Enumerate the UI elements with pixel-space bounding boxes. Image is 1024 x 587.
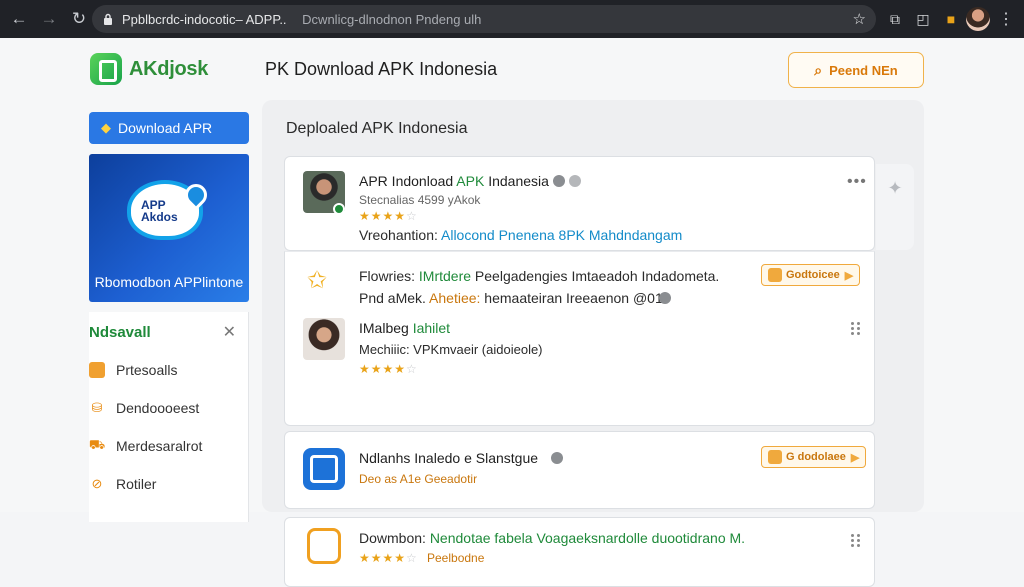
feature-row-line2: Pnd aMek. Ahetiee: hemaateiran Ireeaenon… <box>359 290 663 306</box>
sidebar-item-label: Rotiler <box>116 476 157 492</box>
location-icon <box>659 292 671 304</box>
app-list-card[interactable]: Ndlanhs Inaledo e Slanstgue Deo as A1e G… <box>284 431 875 509</box>
compass-icon: ⊘ <box>91 476 103 491</box>
folder-icon <box>89 362 105 378</box>
search-icon: ⌕ <box>814 61 823 78</box>
app-icon <box>307 528 341 564</box>
info-icon[interactable] <box>551 452 563 464</box>
lock-icon <box>104 13 112 25</box>
promo-banner[interactable]: APP Akdos Rbomodbon APPlintone <box>89 154 249 302</box>
extension-icon[interactable]: ⧉ <box>886 10 904 28</box>
gift-icon: ⛟ <box>88 437 106 452</box>
close-icon[interactable]: ✕ <box>223 322 236 342</box>
screenshot-icon[interactable]: ◰ <box>914 10 932 28</box>
sidebar-item-protocols[interactable]: Prtesoalls <box>89 362 177 378</box>
search-button[interactable]: ⌕ Peend NEn <box>788 52 924 88</box>
arrow-icon: ▶ <box>844 269 854 282</box>
section-heading: Deploaled APK Indonesia <box>286 120 468 137</box>
sidebar-panel: Ndsavall ✕ Prtesoalls ⛁ Dendoooeest ⛟ Me… <box>89 312 249 522</box>
page-content: AKdjosk PK Download APK Indonesia ⌕ Peen… <box>0 38 1024 587</box>
rating-stars: ★★★★☆ <box>359 209 418 223</box>
browser-menu-icon[interactable]: ⋮ <box>998 9 1014 29</box>
logo-icon <box>90 53 122 85</box>
app-store-icon <box>768 450 782 464</box>
briefcase-icon: ⛁ <box>91 400 103 415</box>
site-logo[interactable]: AKdjosk <box>90 53 208 85</box>
app-description: Vreohantion: Allocond Pnenena 8PK Mahdnd… <box>359 227 683 243</box>
sidebar-item-rotiler[interactable]: ⊘ Rotiler <box>89 476 157 492</box>
user-subtitle: Mechiiic: VPKmvaeir (aidoieole) <box>359 342 543 357</box>
sidebar-item-label: Prtesoalls <box>116 362 178 378</box>
sidebar-section-title: Ndsavall <box>89 324 151 341</box>
address-bar[interactable]: Ppblbcrdc-indocotic– ADPP.. Dcwnlicg-dln… <box>92 5 876 33</box>
url-text: Ppblbcrdc-indocotic– ADPP.. Dcwnlicg-dln… <box>122 11 482 27</box>
verified-icon <box>333 203 345 215</box>
expand-icon[interactable]: ✦ <box>876 164 914 250</box>
profile-avatar[interactable] <box>966 7 990 31</box>
arrow-icon: ▶ <box>850 451 860 464</box>
settings-icon[interactable] <box>569 175 581 187</box>
download-button[interactable]: ◆ Download APR <box>89 112 249 144</box>
app-title: APR Indonload APK Indanesia <box>359 173 549 189</box>
page-title: PK Download APK Indonesia <box>265 59 498 79</box>
app-list-card: ✩ Flowries: IMrtdere Peelgadengies Imtae… <box>284 251 875 426</box>
sidebar-item-label: Merdesaralrot <box>116 438 203 454</box>
info-icon[interactable] <box>553 175 565 187</box>
app-description: Dowmbon: Nendotae fabela Voagaeksnardoll… <box>359 530 746 546</box>
back-icon[interactable]: ← <box>8 8 30 30</box>
sidebar-item-merchant[interactable]: ⛟ Merdesaralrot <box>88 437 203 454</box>
logo-text: AKdjosk <box>129 57 209 80</box>
app-subtitle: Deo as A1e Geeadotir <box>359 472 478 486</box>
user-name: IMalbeg Iahilet <box>359 320 451 336</box>
rating-stars: ★★★★☆ <box>359 551 418 565</box>
download-button-label: Download APR <box>118 120 213 136</box>
main-panel: Deploaled APK Indonesia APR Indonload AP… <box>262 100 924 587</box>
rating-stars: ★★★★☆ <box>359 362 418 376</box>
forward-icon[interactable]: → <box>38 8 60 30</box>
download-icon: ◆ <box>101 120 111 135</box>
star-badge-icon: ✩ <box>307 267 328 294</box>
get-download-button[interactable]: G dodolaee ▶ <box>761 446 867 468</box>
sidebar-item-download[interactable]: ⛁ Dendoooeest <box>89 400 200 416</box>
search-button-label: Peend NEn <box>829 62 898 78</box>
browser-toolbar: ← → ↻ Ppblbcrdc-indocotic– ADPP.. Dcwnli… <box>0 0 1024 38</box>
more-options-icon[interactable]: ••• <box>847 173 867 191</box>
drag-handle-icon[interactable] <box>851 534 861 547</box>
app-list-card[interactable]: Dowmbon: Nendotae fabela Voagaeksnardoll… <box>284 517 875 587</box>
featured-app-card[interactable]: APR Indonload APK Indanesia Stecnalias 4… <box>284 156 875 251</box>
app-title: Ndlanhs Inaledo e Slanstgue <box>359 450 539 466</box>
app-subtitle: Stecnalias 4599 yAkok <box>359 193 481 207</box>
drag-handle-icon[interactable] <box>851 322 861 335</box>
user-avatar <box>303 318 345 360</box>
package-icon[interactable]: ■ <box>942 10 960 28</box>
sidebar-item-label: Dendoooeest <box>116 400 200 416</box>
rating-label: Peelbodne <box>427 551 485 565</box>
bookmark-star-icon[interactable]: ☆ <box>853 10 866 28</box>
promo-bubble-text: APP Akdos <box>141 198 178 224</box>
reload-icon[interactable]: ↻ <box>68 8 90 30</box>
promo-caption: Rbomodbon APPlintone <box>94 274 244 290</box>
app-store-icon <box>768 268 782 282</box>
get-download-button[interactable]: Godtoicee ▶ <box>761 264 861 286</box>
feature-row-line1: Flowries: IMrtdere Peelgadengies Imtaead… <box>359 268 720 284</box>
app-icon <box>303 448 345 490</box>
